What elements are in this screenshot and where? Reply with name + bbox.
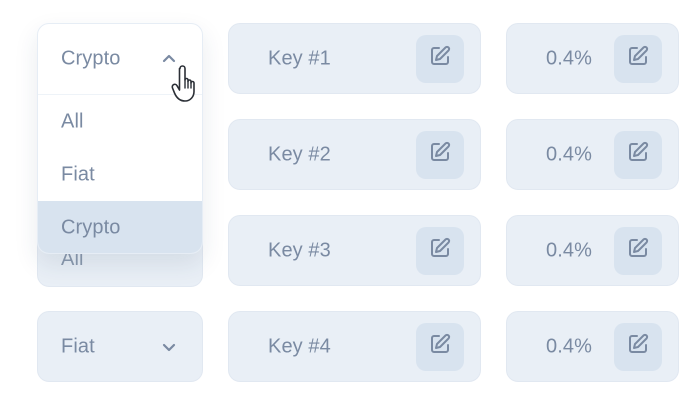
edit-icon: [626, 44, 650, 73]
edit-icon: [626, 332, 650, 361]
page: Key #1 0.4% Key #2 0.4% All Key #3 0.4% …: [0, 0, 699, 418]
edit-icon: [428, 44, 452, 73]
dropdown-option-label: Fiat: [61, 163, 95, 185]
dropdown-option-all[interactable]: All: [38, 95, 202, 148]
edit-key-2-button[interactable]: [416, 130, 464, 179]
key-cell-3: Key #3: [228, 215, 481, 286]
edit-key-1-button[interactable]: [416, 34, 464, 83]
dropdown-option-label: Crypto: [61, 216, 121, 238]
dropdown-selected-value: Crypto: [61, 47, 121, 70]
key-label: Key #3: [268, 239, 331, 261]
edit-rate-4-button[interactable]: [614, 322, 662, 371]
edit-icon: [626, 236, 650, 265]
key-cell-2: Key #2: [228, 119, 481, 190]
key-label: Key #1: [268, 47, 331, 69]
rate-value: 0.4%: [546, 239, 592, 261]
key-label: Key #4: [268, 335, 331, 357]
rate-cell-4: 0.4%: [506, 311, 679, 382]
rate-value: 0.4%: [546, 335, 592, 357]
key-cell-1: Key #1: [228, 23, 481, 94]
rate-value: 0.4%: [546, 47, 592, 69]
rate-value: 0.4%: [546, 143, 592, 165]
dropdown-trigger[interactable]: Crypto: [38, 24, 202, 95]
edit-icon: [428, 332, 452, 361]
rate-cell-1: 0.4%: [506, 23, 679, 94]
currency-dropdown[interactable]: Crypto All Fiat Crypto: [37, 23, 203, 254]
selector-value: Fiat: [61, 335, 95, 357]
edit-rate-2-button[interactable]: [614, 130, 662, 179]
edit-icon: [428, 236, 452, 265]
edit-icon: [626, 140, 650, 169]
dropdown-option-fiat[interactable]: Fiat: [38, 148, 202, 201]
rate-cell-3: 0.4%: [506, 215, 679, 286]
edit-rate-3-button[interactable]: [614, 226, 662, 275]
key-cell-4: Key #4: [228, 311, 481, 382]
rate-cell-2: 0.4%: [506, 119, 679, 190]
dropdown-option-crypto[interactable]: Crypto: [38, 201, 202, 253]
edit-icon: [428, 140, 452, 169]
selector-row-4[interactable]: Fiat: [37, 311, 203, 382]
dropdown-option-label: All: [61, 110, 84, 132]
edit-key-4-button[interactable]: [416, 322, 464, 371]
edit-rate-1-button[interactable]: [614, 34, 662, 83]
edit-key-3-button[interactable]: [416, 226, 464, 275]
chevron-up-icon[interactable]: [160, 50, 178, 68]
chevron-down-icon: [160, 338, 178, 356]
key-label: Key #2: [268, 143, 331, 165]
